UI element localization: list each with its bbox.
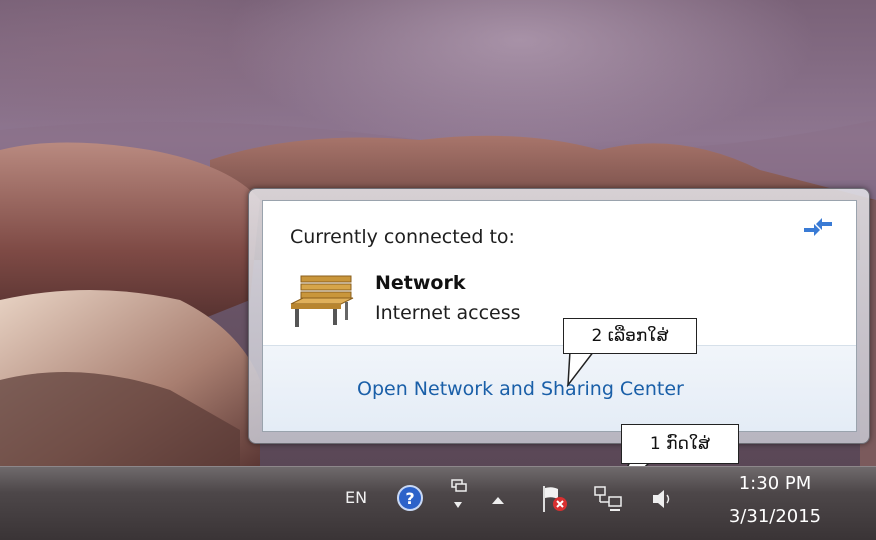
callout-step-1: 1 ກົດໃສ່ (621, 424, 739, 464)
refresh-connections-icon[interactable] (800, 216, 836, 238)
network-access-status: Internet access (375, 302, 521, 324)
action-center-flag-icon[interactable] (540, 484, 570, 514)
clock-time[interactable]: 1:30 PM (720, 473, 830, 494)
open-network-sharing-center-link[interactable]: Open Network and Sharing Center (357, 378, 684, 400)
language-indicator[interactable]: EN (345, 488, 367, 507)
connected-heading: Currently connected to: (290, 226, 515, 248)
clock-date[interactable]: 3/31/2015 (720, 506, 830, 527)
volume-icon[interactable] (650, 486, 674, 512)
svg-text:?: ? (405, 489, 414, 508)
callout-step-2: 2 ເລືອກໃສ່ (563, 318, 697, 354)
show-hidden-icons-chevron[interactable] (490, 494, 506, 506)
public-network-bench-icon (290, 275, 354, 327)
display-icon[interactable] (448, 478, 468, 518)
network-icon[interactable] (592, 484, 626, 516)
help-icon[interactable]: ? (396, 484, 424, 512)
network-name: Network (375, 272, 466, 294)
